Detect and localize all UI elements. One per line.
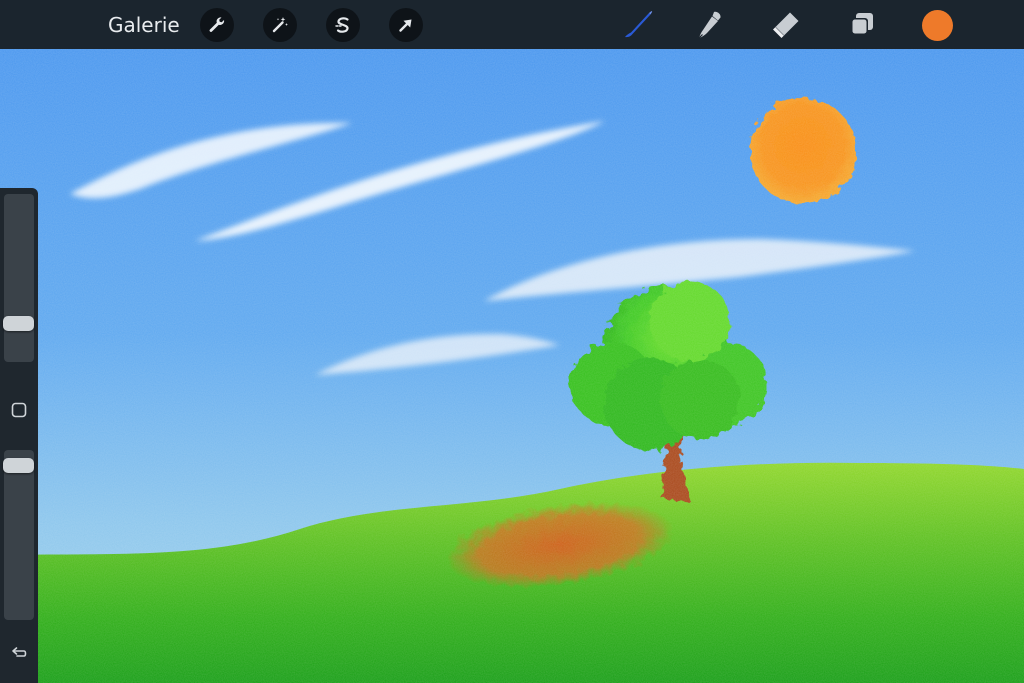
- magic-button[interactable]: [263, 8, 297, 42]
- layers-button[interactable]: [843, 6, 881, 44]
- selection-button[interactable]: [326, 8, 360, 42]
- procreate-app: Galerie: [0, 0, 1024, 683]
- eraser-button[interactable]: [767, 6, 805, 44]
- square-icon: [11, 402, 27, 418]
- canvas-artwork: [0, 49, 1024, 683]
- magic-wand-icon: [272, 17, 288, 33]
- wrench-icon: [209, 17, 225, 32]
- eraser-icon: [773, 12, 799, 38]
- modify-button[interactable]: [9, 400, 29, 420]
- top-toolbar: Galerie: [0, 0, 1024, 49]
- brush-button[interactable]: [618, 6, 656, 44]
- opacity-thumb[interactable]: [3, 458, 34, 473]
- color-picker-swatch[interactable]: [922, 10, 953, 41]
- smudge-button[interactable]: [691, 6, 729, 44]
- adjustments-button[interactable]: [200, 8, 234, 42]
- selection-s-icon: [335, 17, 349, 33]
- drawing-canvas[interactable]: [0, 49, 1024, 683]
- smudge-icon: [698, 11, 721, 39]
- brush-icon: [625, 11, 653, 38]
- transform-button[interactable]: [389, 8, 423, 42]
- brush-size-slider[interactable]: [3, 194, 34, 362]
- opacity-slider[interactable]: [3, 450, 34, 620]
- undo-button[interactable]: [8, 642, 30, 664]
- undo-arrow-icon: [12, 647, 27, 657]
- arrow-cursor-icon: [399, 19, 412, 32]
- left-sidebar: [0, 188, 38, 683]
- gallery-button[interactable]: Galerie: [108, 12, 180, 38]
- canvas-grain: [0, 49, 1024, 683]
- layers-icon: [851, 13, 873, 35]
- brush-size-thumb[interactable]: [3, 316, 34, 331]
